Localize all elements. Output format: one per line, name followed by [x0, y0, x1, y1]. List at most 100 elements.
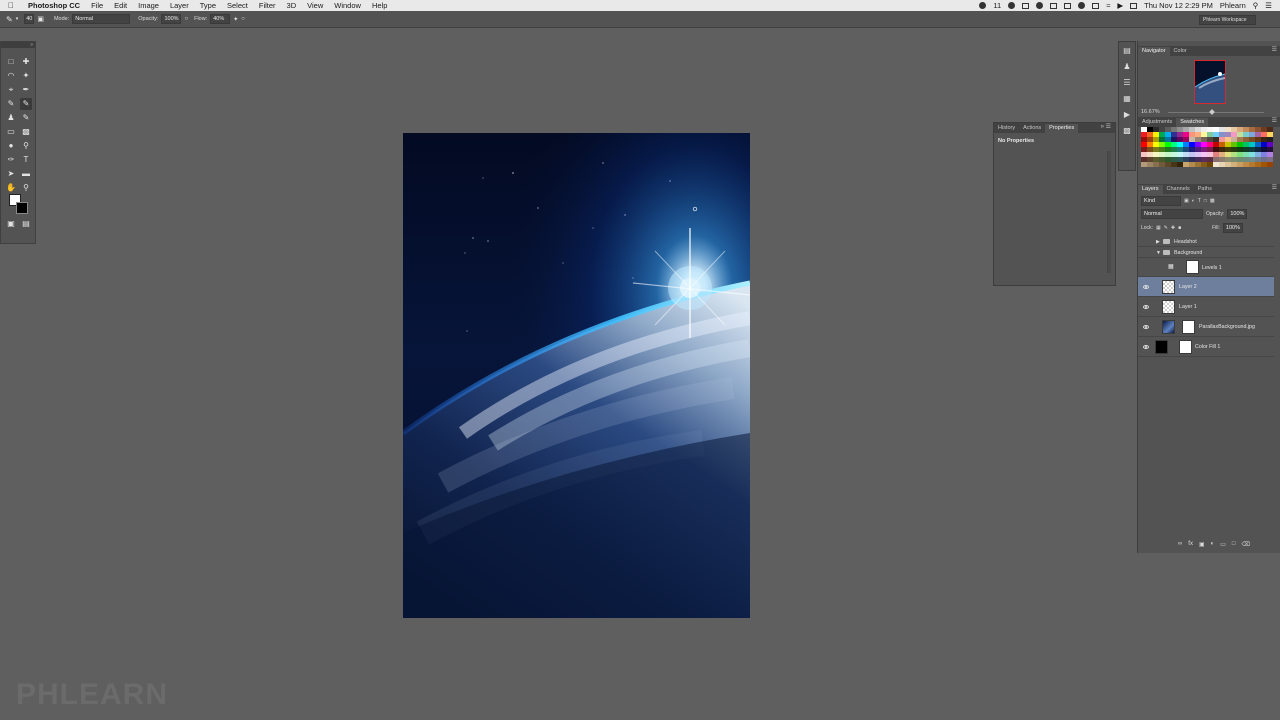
- quick-mask-icon[interactable]: ▣: [5, 218, 17, 230]
- layer-row[interactable]: Color Fill 1: [1138, 337, 1274, 357]
- tab-properties[interactable]: Properties: [1045, 124, 1079, 133]
- hand-tool-icon[interactable]: ✋: [5, 182, 17, 194]
- new-group-icon[interactable]: ▭: [1220, 541, 1226, 548]
- layer-thumbnail[interactable]: [1162, 300, 1175, 314]
- gradient-tool-icon[interactable]: ▩: [20, 126, 32, 138]
- navigator-menu-icon[interactable]: ☰: [1272, 46, 1277, 55]
- path-selection-tool-icon[interactable]: ➤: [5, 168, 17, 180]
- blend-mode-select[interactable]: Normal: [1141, 209, 1203, 219]
- spotlight-search-icon[interactable]: ⚲: [1253, 0, 1259, 11]
- layer-style-icon[interactable]: fx: [1188, 541, 1193, 548]
- panel-menu-icon[interactable]: » ☰: [1101, 123, 1111, 132]
- brush-presets-icon[interactable]: ▤: [1121, 45, 1133, 57]
- filter-adjustment-icon[interactable]: ◐: [1192, 198, 1195, 204]
- marquee-tool-icon[interactable]: □: [5, 56, 17, 68]
- eyedropper-tool-icon[interactable]: ✒: [20, 84, 32, 96]
- fill-input[interactable]: 100%: [1222, 223, 1243, 233]
- navigator-thumbnail[interactable]: [1194, 60, 1226, 104]
- menu-edit[interactable]: Edit: [114, 0, 127, 11]
- mode-select[interactable]: Normal: [72, 14, 131, 24]
- menu-type[interactable]: Type: [200, 0, 216, 11]
- sync-icon[interactable]: [1036, 2, 1044, 9]
- tool-preset-chevron-icon[interactable]: ▾: [16, 16, 19, 22]
- screen-mode-icon[interactable]: ▤: [20, 218, 32, 230]
- filter-smart-object-icon[interactable]: ▩: [1210, 198, 1215, 204]
- fill-color-thumbnail[interactable]: [1155, 340, 1168, 354]
- menu-layer[interactable]: Layer: [170, 0, 189, 11]
- tab-actions[interactable]: Actions: [1019, 124, 1045, 133]
- delete-layer-icon[interactable]: ⌫: [1242, 541, 1250, 548]
- filter-type-icon[interactable]: T: [1198, 198, 1201, 204]
- layer-mask-thumbnail[interactable]: [1182, 320, 1195, 334]
- tab-layers[interactable]: Layers: [1138, 185, 1163, 194]
- tab-color[interactable]: Color: [1170, 47, 1191, 56]
- layer-row[interactable]: ▦ Levels 1: [1138, 258, 1274, 277]
- color-swatch[interactable]: [1267, 162, 1273, 167]
- add-mask-icon[interactable]: ▣: [1199, 541, 1205, 548]
- layer-row[interactable]: Layer 1: [1138, 297, 1274, 317]
- new-layer-icon[interactable]: □: [1232, 541, 1236, 548]
- wifi-icon[interactable]: ≈: [1106, 0, 1110, 11]
- navigator-zoom-knob[interactable]: [1209, 109, 1215, 115]
- history-brush-tool-icon[interactable]: ✎: [20, 112, 32, 124]
- visibility-eye-icon[interactable]: [1143, 325, 1149, 329]
- document-canvas[interactable]: [403, 133, 750, 618]
- group-collapse-icon[interactable]: ▼: [1156, 250, 1161, 256]
- opacity-input[interactable]: 100%: [161, 14, 182, 24]
- tab-swatches[interactable]: Swatches: [1176, 118, 1209, 127]
- chat-icon[interactable]: [1008, 2, 1016, 9]
- brush-tool-icon[interactable]: ✎: [6, 15, 13, 24]
- volume-icon[interactable]: ▶: [1117, 0, 1123, 11]
- clock-icon[interactable]: [1078, 2, 1086, 9]
- tab-channels[interactable]: Channels: [1163, 185, 1194, 194]
- properties-scrollbar[interactable]: [1107, 151, 1111, 273]
- layer-row[interactable]: Layer 2: [1138, 277, 1274, 297]
- airbrush-icon[interactable]: ✦: [233, 16, 238, 23]
- menubar-user[interactable]: Phlearn: [1220, 0, 1246, 11]
- visibility-eye-icon[interactable]: [1143, 285, 1149, 289]
- tab-navigator[interactable]: Navigator: [1138, 47, 1170, 56]
- menu-filter[interactable]: Filter: [259, 0, 276, 11]
- crop-tool-icon[interactable]: ⌖: [5, 84, 17, 96]
- record-icon[interactable]: [979, 2, 987, 9]
- type-tool-icon[interactable]: T: [20, 154, 32, 166]
- history-panel-icon[interactable]: ▦: [1121, 93, 1133, 105]
- layer-mask-thumbnail[interactable]: [1179, 340, 1192, 354]
- pressure-opacity-icon[interactable]: ○: [184, 16, 188, 22]
- pen-tool-icon[interactable]: ✑: [5, 154, 17, 166]
- properties-panel-icon[interactable]: ▩: [1121, 125, 1133, 137]
- layer-row[interactable]: ParallaxBackground.jpg: [1138, 317, 1274, 337]
- swatches-menu-icon[interactable]: ☰: [1272, 117, 1277, 126]
- tab-history[interactable]: History: [994, 124, 1019, 133]
- notification-center-icon[interactable]: ☰: [1265, 0, 1272, 11]
- move-tool-icon[interactable]: ✚: [20, 56, 32, 68]
- layer-mask-thumbnail[interactable]: [1186, 260, 1199, 274]
- blur-tool-icon[interactable]: ●: [5, 140, 17, 152]
- filter-pixel-icon[interactable]: ▣: [1184, 198, 1189, 204]
- healing-brush-tool-icon[interactable]: ✎: [5, 98, 17, 110]
- lock-transparency-icon[interactable]: ▦: [1156, 225, 1161, 231]
- background-color-swatch[interactable]: [16, 202, 28, 214]
- dropbox-icon[interactable]: [1064, 2, 1072, 9]
- visibility-eye-icon[interactable]: [1143, 345, 1149, 349]
- zoom-tool-icon[interactable]: ⚲: [20, 182, 32, 194]
- character-icon[interactable]: ☰: [1121, 77, 1133, 89]
- menu-help[interactable]: Help: [372, 0, 387, 11]
- pressure-size-icon[interactable]: ○: [241, 16, 245, 22]
- navigator-zoom-value[interactable]: 16.67%: [1141, 109, 1160, 115]
- tab-paths[interactable]: Paths: [1194, 185, 1216, 194]
- layers-menu-icon[interactable]: ☰: [1272, 184, 1277, 193]
- visibility-eye-icon[interactable]: [1143, 305, 1149, 309]
- new-adjustment-icon[interactable]: ◐: [1211, 541, 1215, 548]
- apple-icon[interactable]: : [8, 0, 18, 11]
- layer-row[interactable]: ▼ Background: [1138, 247, 1274, 258]
- eraser-tool-icon[interactable]: ▭: [5, 126, 17, 138]
- menu-app-name[interactable]: Photoshop CC: [28, 0, 80, 11]
- layer-thumbnail[interactable]: [1162, 280, 1175, 294]
- dodge-tool-icon[interactable]: ⚲: [20, 140, 32, 152]
- menu-image[interactable]: Image: [138, 0, 159, 11]
- brush-panel-icon[interactable]: ▣: [37, 15, 44, 23]
- menubar-datetime[interactable]: Thu Nov 12 2:29 PM: [1144, 0, 1213, 11]
- shape-tool-icon[interactable]: ▬: [20, 168, 32, 180]
- quick-selection-tool-icon[interactable]: ✦: [20, 70, 32, 82]
